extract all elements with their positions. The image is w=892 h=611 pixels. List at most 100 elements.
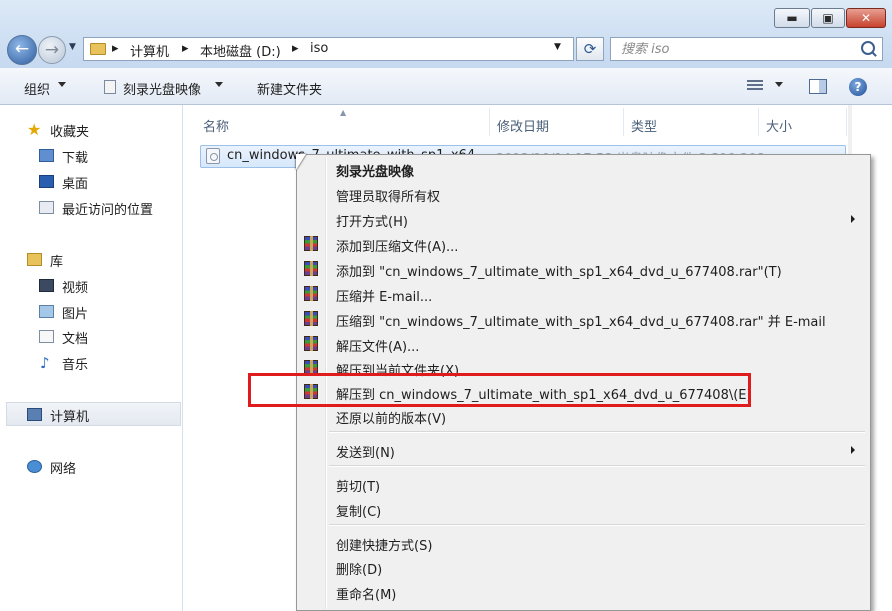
- search-icon[interactable]: [861, 41, 875, 55]
- preview-pane-icon[interactable]: [809, 79, 827, 94]
- change-view-icon[interactable]: [747, 80, 763, 92]
- menu-item-label: 压缩并 E-mail...: [336, 290, 433, 305]
- winrar-icon: [304, 336, 318, 351]
- nav-videos[interactable]: 视频: [62, 277, 88, 296]
- address-dropdown-icon[interactable]: ▼: [554, 42, 561, 52]
- help-icon[interactable]: ?: [849, 78, 867, 96]
- menu-item-add-to-archive[interactable]: 添加到压缩文件(A)...: [299, 232, 867, 256]
- winrar-icon: [304, 236, 318, 251]
- refresh-icon: ⟳: [583, 40, 597, 58]
- menu-item-compress-to-rar-and-email[interactable]: 压缩到 "cn_windows_7_ultimate_with_sp1_x64_…: [299, 307, 867, 331]
- menu-item-cut[interactable]: 剪切(T): [299, 472, 867, 496]
- desktop-icon: [39, 175, 54, 188]
- forward-arrow-icon: →: [44, 40, 60, 60]
- menu-item-burn-disc-image[interactable]: 刻录光盘映像: [299, 157, 867, 181]
- videos-icon: [39, 279, 54, 292]
- nav-recent-places[interactable]: 最近访问的位置: [62, 199, 153, 218]
- nav-network[interactable]: 网络: [50, 458, 76, 477]
- menu-item-label: 创建快捷方式(S): [336, 539, 433, 554]
- music-icon: ♪: [40, 354, 50, 372]
- organize-dropdown-icon[interactable]: [58, 82, 66, 87]
- menu-item-label: 复制(C): [336, 505, 382, 520]
- mouse-cursor-icon: [296, 154, 306, 170]
- nav-music[interactable]: 音乐: [62, 354, 88, 373]
- menu-item-label: 解压文件(A)...: [336, 340, 420, 355]
- breadcrumb-iso[interactable]: iso: [310, 41, 328, 56]
- menu-item-label: 重命名(M): [336, 588, 397, 603]
- column-divider[interactable]: [489, 108, 490, 136]
- disc-image-icon: [104, 80, 116, 94]
- libraries-icon: [27, 253, 42, 266]
- menu-item-compress-and-email[interactable]: 压缩并 E-mail...: [299, 282, 867, 306]
- breadcrumb-chevron[interactable]: ▸: [112, 41, 119, 56]
- column-header-date-modified[interactable]: 修改日期: [497, 116, 549, 135]
- downloads-folder-icon: [39, 149, 54, 162]
- column-divider[interactable]: [758, 108, 759, 136]
- submenu-arrow-icon: [851, 446, 855, 454]
- nav-favorites[interactable]: 收藏夹: [50, 121, 89, 140]
- breadcrumb-chevron[interactable]: ▸: [292, 41, 299, 56]
- disc-image-file-icon: [206, 148, 220, 164]
- nav-documents[interactable]: 文档: [62, 328, 88, 347]
- search-input[interactable]: [611, 38, 861, 60]
- menu-item-label: 发送到(N): [336, 446, 395, 461]
- minimize-button[interactable]: ▬: [774, 8, 810, 28]
- menu-item-label: 剪切(T): [336, 480, 381, 495]
- submenu-arrow-icon: [851, 215, 855, 223]
- nav-desktop[interactable]: 桌面: [62, 173, 88, 192]
- menu-item-delete[interactable]: 删除(D): [299, 555, 867, 579]
- column-header-name[interactable]: 名称: [203, 116, 229, 135]
- menu-item-extract-files[interactable]: 解压文件(A)...: [299, 332, 867, 356]
- winrar-icon: [304, 311, 318, 326]
- menu-item-open-with[interactable]: 打开方式(H): [299, 207, 867, 231]
- menu-item-label: 还原以前的版本(V): [336, 412, 447, 427]
- burn-dropdown-icon[interactable]: [215, 82, 223, 87]
- column-header-type[interactable]: 类型: [631, 116, 657, 135]
- winrar-icon: [304, 261, 318, 276]
- star-icon: ★: [27, 120, 42, 139]
- column-divider[interactable]: [846, 108, 847, 136]
- menu-item-send-to[interactable]: 发送到(N): [299, 438, 867, 462]
- navigation-pane: [0, 105, 183, 611]
- nav-pictures[interactable]: 图片: [62, 303, 88, 322]
- menu-item-rename[interactable]: 重命名(M): [299, 580, 867, 604]
- search-box[interactable]: [610, 37, 883, 61]
- recent-pages-dropdown-icon[interactable]: ▼: [69, 42, 76, 52]
- menu-item-label: 添加到 "cn_windows_7_ultimate_with_sp1_x64_…: [336, 265, 782, 280]
- breadcrumb-chevron[interactable]: ▸: [182, 41, 189, 56]
- menu-item-restore-previous-versions[interactable]: 还原以前的版本(V): [299, 404, 867, 428]
- breadcrumb-computer[interactable]: 计算机: [130, 41, 169, 60]
- nav-computer[interactable]: 计算机: [50, 406, 89, 425]
- burn-disc-image-button[interactable]: 刻录光盘映像: [123, 79, 201, 98]
- menu-item-create-shortcut[interactable]: 创建快捷方式(S): [299, 531, 867, 555]
- menu-item-add-to-rar[interactable]: 添加到 "cn_windows_7_ultimate_with_sp1_x64_…: [299, 257, 867, 281]
- menu-item-copy[interactable]: 复制(C): [299, 497, 867, 521]
- sort-ascending-icon: ▲: [340, 108, 347, 117]
- close-button[interactable]: ✕: [846, 8, 886, 28]
- new-folder-button[interactable]: 新建文件夹: [257, 79, 322, 98]
- maximize-button[interactable]: ▣: [811, 8, 845, 28]
- nav-downloads[interactable]: 下载: [62, 147, 88, 166]
- back-button[interactable]: ←: [7, 35, 37, 65]
- nav-libraries[interactable]: 库: [50, 251, 63, 270]
- back-arrow-icon: ←: [14, 39, 30, 59]
- menu-separator: [329, 524, 865, 526]
- view-dropdown-icon[interactable]: [775, 82, 783, 87]
- network-icon: [27, 460, 42, 473]
- menu-item-label: 管理员取得所有权: [336, 190, 441, 205]
- column-divider[interactable]: [623, 108, 624, 136]
- refresh-button[interactable]: ⟳: [576, 37, 604, 61]
- organize-button[interactable]: 组织: [24, 79, 50, 98]
- recent-places-icon: [39, 201, 54, 214]
- pictures-icon: [39, 305, 54, 318]
- address-bar[interactable]: ▸ 计算机 ▸ 本地磁盘 (D:) ▸ iso ▼: [83, 37, 574, 61]
- menu-item-label: 刻录光盘映像: [336, 165, 415, 180]
- column-header-size[interactable]: 大小: [766, 116, 792, 135]
- documents-icon: [39, 330, 54, 343]
- breadcrumb-local-disk[interactable]: 本地磁盘 (D:): [200, 41, 281, 60]
- menu-item-label: 添加到压缩文件(A)...: [336, 240, 459, 255]
- folder-icon: [90, 43, 106, 55]
- forward-button[interactable]: →: [38, 36, 66, 64]
- menu-item-label: 删除(D): [336, 563, 383, 578]
- menu-item-take-ownership[interactable]: 管理员取得所有权: [299, 182, 867, 206]
